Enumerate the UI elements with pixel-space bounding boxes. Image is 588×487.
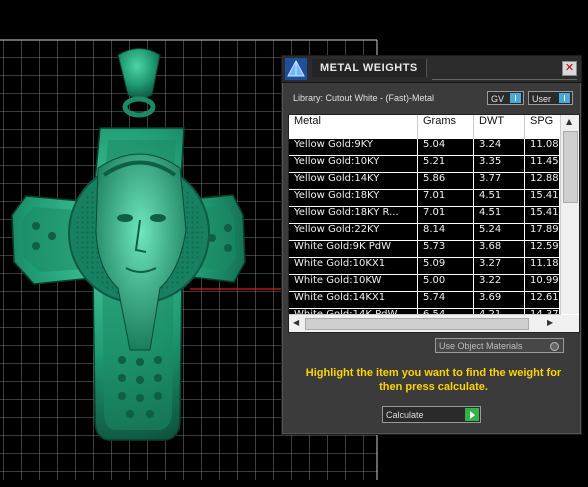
cell-metal: Yellow Gold:14KY <box>289 173 418 189</box>
cell-spg: 17.89 <box>525 224 565 240</box>
cell-dwt: 4.51 <box>474 207 525 223</box>
scroll-up-icon[interactable]: ▲ <box>566 117 572 126</box>
instruction-text: Highlight the item you want to find the … <box>305 367 562 393</box>
column-header-spg[interactable]: SPG <box>525 115 565 139</box>
cell-metal: Yellow Gold:22KY <box>289 224 418 240</box>
table-row[interactable]: Yellow Gold:9KY 5.04 3.24 11.08 <box>289 139 565 156</box>
radio-icon <box>550 342 559 351</box>
cell-metal: Yellow Gold:18KY R... <box>289 207 418 223</box>
vertical-scrollbar[interactable]: ▲ <box>560 115 579 314</box>
horizontal-scrollbar[interactable]: ◀ ▶ <box>289 314 561 332</box>
scrollbar-corner <box>561 315 579 332</box>
title-divider <box>432 79 577 80</box>
user-dropdown-label: User <box>532 94 552 104</box>
column-header-metal[interactable]: Metal <box>289 115 418 139</box>
cell-spg: 12.88 <box>525 173 565 189</box>
cell-grams: 7.01 <box>418 207 474 223</box>
cell-dwt: 3.35 <box>474 156 525 172</box>
cell-dwt: 3.24 <box>474 139 525 155</box>
cell-dwt: 3.69 <box>474 292 525 308</box>
cell-dwt: 3.27 <box>474 258 525 274</box>
column-header-grams[interactable]: Grams <box>418 115 474 139</box>
cell-metal: White Gold:10KW <box>289 275 418 291</box>
pyramid-app-icon <box>285 58 307 80</box>
cell-metal: Yellow Gold:10KY <box>289 156 418 172</box>
cell-dwt: 5.24 <box>474 224 525 240</box>
cell-dwt: 3.77 <box>474 173 525 189</box>
metal-weights-panel: METAL WEIGHTS ✕ Library: Cutout White - … <box>281 55 582 435</box>
table-row[interactable]: White Gold:9K PdW 5.73 3.68 12.59 <box>289 241 565 258</box>
cell-metal: White Gold:9K PdW <box>289 241 418 257</box>
table-header: Metal Grams DWT SPG <box>289 115 565 139</box>
table-row[interactable]: Yellow Gold:18KY 7.01 4.51 15.41 <box>289 190 565 207</box>
gv-dropdown[interactable]: GV <box>487 91 524 105</box>
cell-grams: 8.14 <box>418 224 474 240</box>
cell-spg: 15.41 <box>525 207 565 223</box>
cell-spg: 12.61 <box>525 292 565 308</box>
close-button[interactable]: ✕ <box>562 61 577 76</box>
table-row[interactable]: White Gold:10KW 5.00 3.22 10.99 <box>289 275 565 292</box>
cell-spg: 15.41 <box>525 190 565 206</box>
table-row[interactable]: Yellow Gold:14KY 5.86 3.77 12.88 <box>289 173 565 190</box>
cell-dwt: 3.22 <box>474 275 525 291</box>
table-row[interactable]: Yellow Gold:10KY 5.21 3.35 11.45 <box>289 156 565 173</box>
metal-table[interactable]: Metal Grams DWT SPG Yellow Gold:9KY 5.04 3… <box>288 114 580 333</box>
cell-grams: 5.86 <box>418 173 474 189</box>
table-row[interactable]: Yellow Gold:22KY 8.14 5.24 17.89 <box>289 224 565 241</box>
table-body: Yellow Gold:9KY 5.04 3.24 11.08 Yellow Gold:… <box>289 139 565 326</box>
cell-metal: Yellow Gold:9KY <box>289 139 418 155</box>
user-dropdown[interactable]: User <box>528 91 573 105</box>
scroll-right-icon[interactable]: ▶ <box>547 318 553 327</box>
cell-spg: 12.59 <box>525 241 565 257</box>
horizontal-scroll-thumb[interactable] <box>305 318 529 330</box>
cell-spg: 11.08 <box>525 139 565 155</box>
table-row[interactable]: White Gold:14KX1 5.74 3.69 12.61 <box>289 292 565 309</box>
dropdown-arrow-icon <box>559 93 570 103</box>
cell-metal: White Gold:14KX1 <box>289 292 418 308</box>
column-header-dwt[interactable]: DWT <box>474 115 525 139</box>
table-row[interactable]: White Gold:10KX1 5.09 3.27 11.18 <box>289 258 565 275</box>
cell-grams: 5.00 <box>418 275 474 291</box>
table-row[interactable]: Yellow Gold:18KY R... 7.01 4.51 15.41 <box>289 207 565 224</box>
cell-spg: 11.45 <box>525 156 565 172</box>
calculate-label: Calculate <box>386 410 424 420</box>
play-arrow-icon <box>465 408 479 421</box>
use-object-materials-toggle[interactable]: Use Object Materials <box>435 338 564 353</box>
cell-grams: 5.09 <box>418 258 474 274</box>
cell-spg: 10.99 <box>525 275 565 291</box>
panel-titlebar[interactable]: METAL WEIGHTS ✕ <box>282 56 581 83</box>
vertical-scroll-thumb[interactable] <box>563 131 578 203</box>
scroll-left-icon[interactable]: ◀ <box>293 318 299 327</box>
dropdown-arrow-icon <box>510 93 521 103</box>
cell-dwt: 3.68 <box>474 241 525 257</box>
panel-title: METAL WEIGHTS <box>312 59 427 77</box>
gv-dropdown-label: GV <box>491 94 505 104</box>
cell-spg: 11.18 <box>525 258 565 274</box>
cell-metal: White Gold:10KX1 <box>289 258 418 274</box>
cell-grams: 5.21 <box>418 156 474 172</box>
calculate-button[interactable]: Calculate <box>382 406 481 423</box>
library-label: Library: Cutout White - (Fast)-Metal <box>293 93 435 103</box>
use-object-materials-label: Use Object Materials <box>439 341 523 351</box>
cell-grams: 7.01 <box>418 190 474 206</box>
cell-grams: 5.04 <box>418 139 474 155</box>
cell-grams: 5.74 <box>418 292 474 308</box>
cell-dwt: 4.51 <box>474 190 525 206</box>
cell-metal: Yellow Gold:18KY <box>289 190 418 206</box>
cell-grams: 5.73 <box>418 241 474 257</box>
